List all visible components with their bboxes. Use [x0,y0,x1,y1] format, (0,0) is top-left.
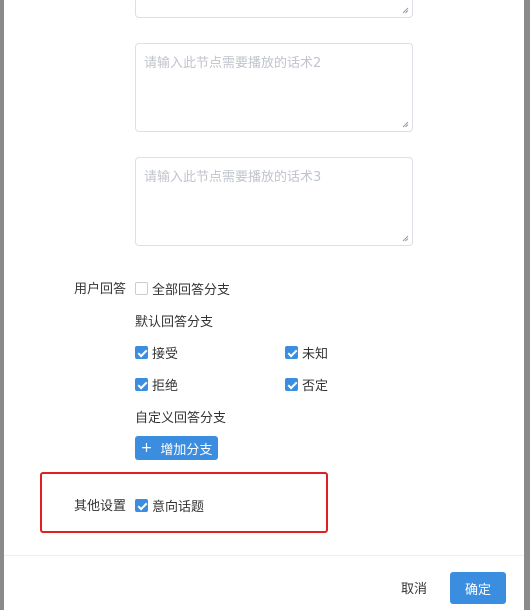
add-branch-button[interactable]: + 增加分支 [135,436,218,460]
checkbox-checked-icon[interactable] [285,346,298,359]
textarea-placeholder: 请输入此节点需要播放的话术3 [144,170,322,185]
resize-grip-icon[interactable] [402,235,409,242]
node-config-dialog: 请输入此节点需要播放的话术2 请输入此节点需要播放的话术3 用户回答 全部回答分… [4,0,524,610]
script-textarea-3[interactable]: 请输入此节点需要播放的话术3 [135,157,413,246]
other-settings-label: 其他设置 [74,499,127,514]
checkbox-checked-icon[interactable] [135,346,148,359]
checkbox-checked-icon[interactable] [135,499,148,512]
custom-branches-title: 自定义回答分支 [135,411,227,426]
checkbox-label: 未知 [302,347,329,362]
option-deny-checkbox[interactable]: 否定 [285,375,328,394]
intent-topic-checkbox[interactable]: 意向话题 [135,496,204,515]
user-answer-label: 用户回答 [74,282,127,297]
cancel-button[interactable]: 取消 [388,572,440,602]
checkbox-box[interactable] [135,282,148,295]
backdrop-right [524,0,530,610]
script-textarea-2[interactable]: 请输入此节点需要播放的话术2 [135,43,413,132]
checkbox-label: 全部回答分支 [152,283,231,298]
plus-icon: + [140,440,153,456]
confirm-button[interactable]: 确定 [450,572,506,604]
checkbox-label: 接受 [152,347,179,362]
textarea-placeholder: 请输入此节点需要播放的话术2 [144,56,322,71]
checkbox-label: 意向话题 [152,500,205,515]
checkbox-label: 拒绝 [152,379,179,394]
all-branches-checkbox[interactable]: 全部回答分支 [135,279,230,298]
resize-grip-icon[interactable] [402,7,409,14]
add-branch-label: 增加分支 [160,442,213,458]
script-textarea-1[interactable] [135,0,413,18]
footer-divider [4,555,524,556]
option-reject-checkbox[interactable]: 拒绝 [135,375,178,394]
option-unknown-checkbox[interactable]: 未知 [285,343,328,362]
checkbox-checked-icon[interactable] [285,378,298,391]
option-accept-checkbox[interactable]: 接受 [135,343,178,362]
default-branches-title: 默认回答分支 [135,315,214,330]
checkbox-label: 否定 [302,379,329,394]
checkbox-checked-icon[interactable] [135,378,148,391]
resize-grip-icon[interactable] [402,121,409,128]
